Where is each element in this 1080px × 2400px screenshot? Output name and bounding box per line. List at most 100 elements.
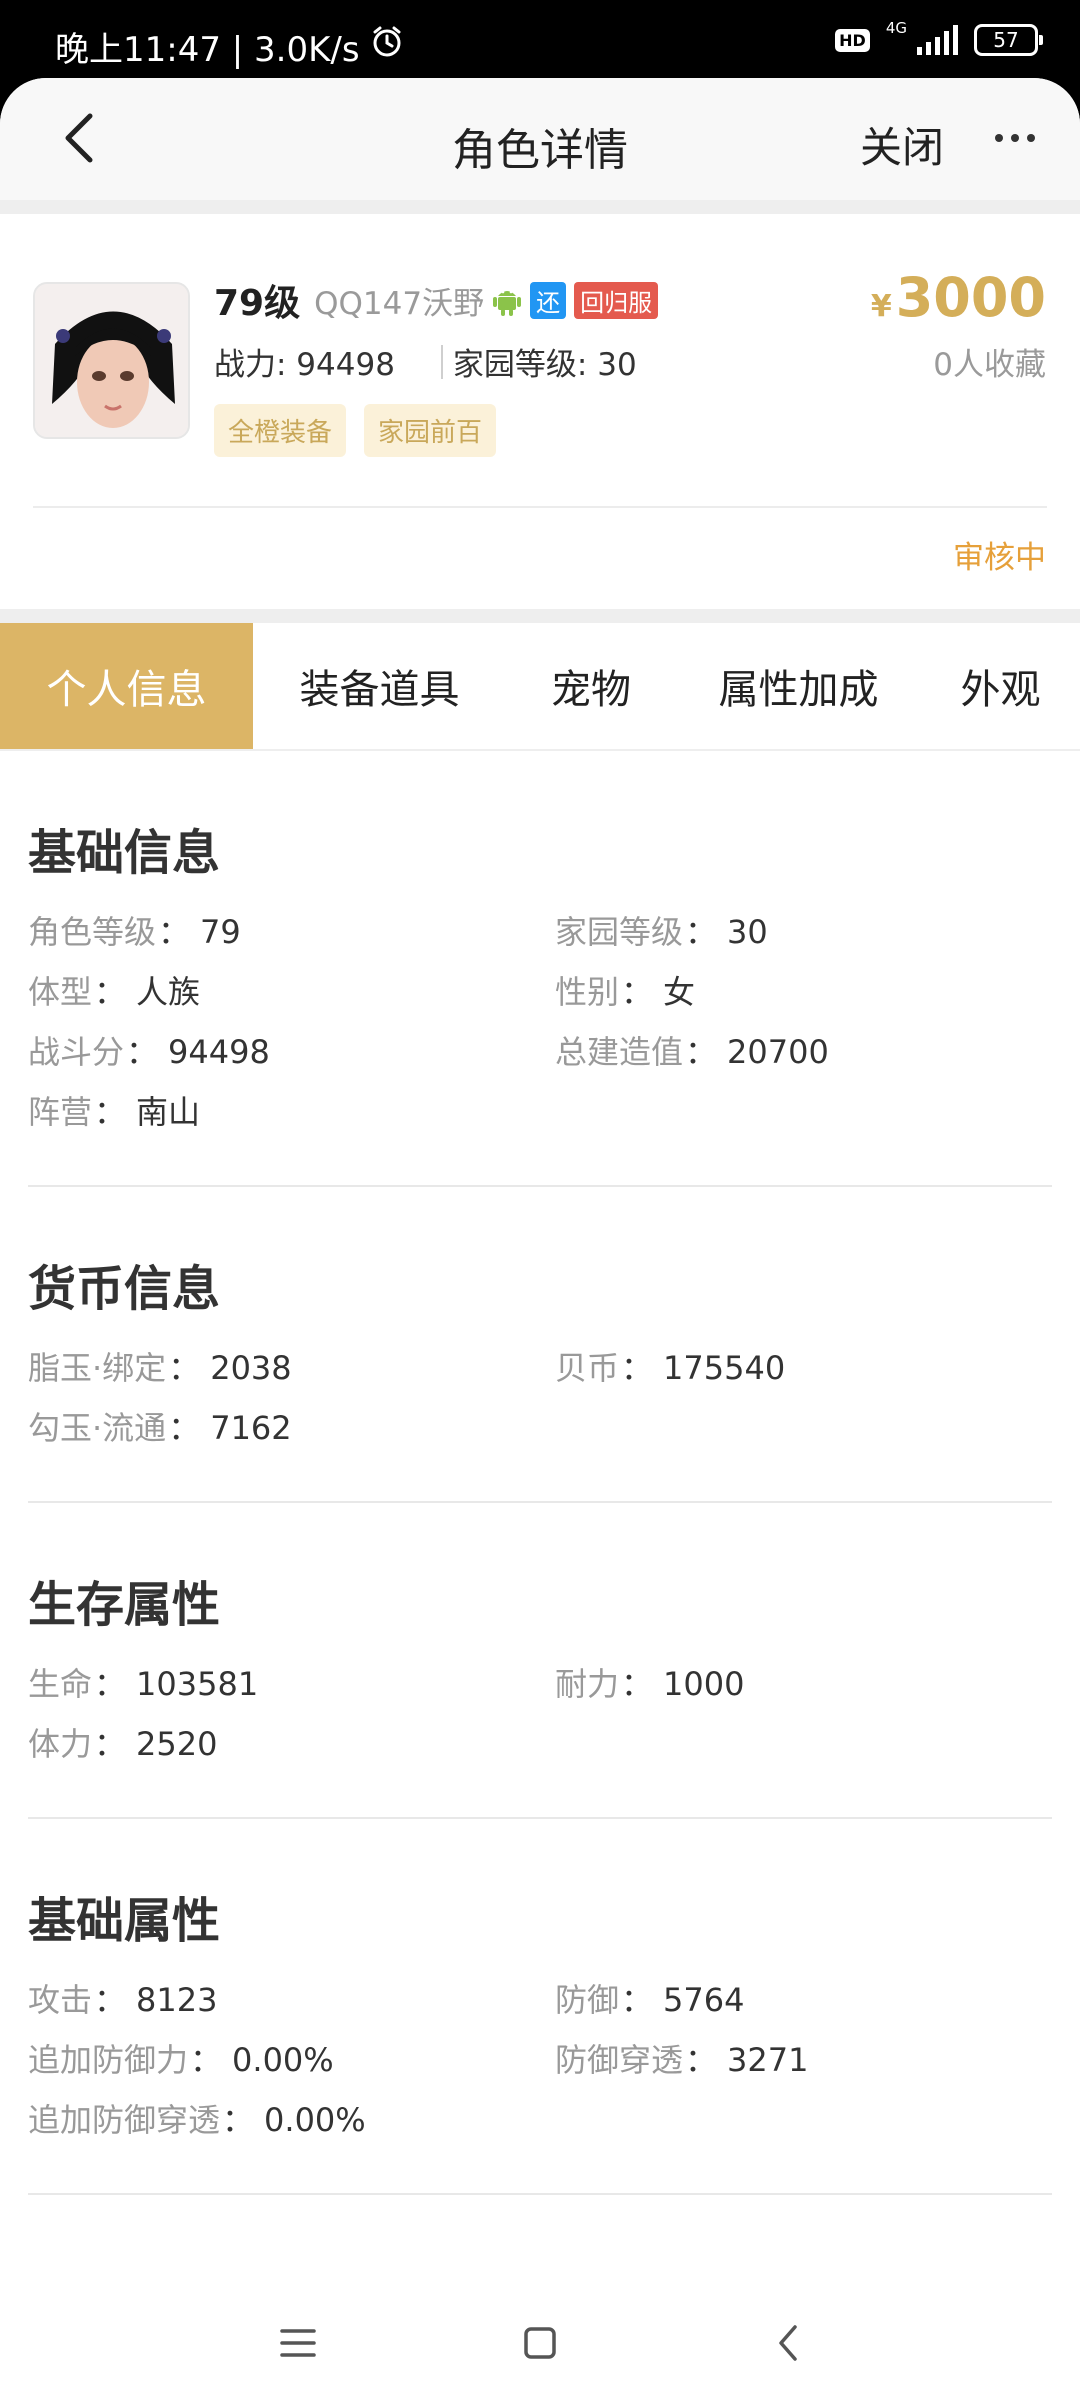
info-value: 3271 <box>727 2041 809 2079</box>
info-item: 追加防御力： 0.00% <box>28 2041 334 2079</box>
divider <box>28 2193 1052 2195</box>
info-value: 8123 <box>136 1981 218 2019</box>
section-title: 货币信息 <box>28 1261 221 1317</box>
info-item: 脂玉·绑定： 2038 <box>28 1349 292 1387</box>
back-icon <box>779 2325 797 2361</box>
info-item: 防御穿透： 3271 <box>555 2041 809 2079</box>
info-value: 女 <box>663 973 696 1011</box>
info-item: 角色等级： 79 <box>28 913 241 951</box>
info-item: 性别：女 <box>555 973 696 1011</box>
divider-band <box>0 609 1080 623</box>
battery-level: 57 <box>993 28 1019 52</box>
character-stats: 战力: 94498 家园等级: 30 <box>214 339 637 384</box>
character-summary: 79级 QQ147沃野 还 回归服 战力: 94498 家园等级: 30 全橙装… <box>0 214 1080 609</box>
price-value: 3000 <box>895 266 1046 329</box>
info-item: 总建造值： 20700 <box>555 1033 829 1071</box>
info-key: 家园等级 <box>555 913 684 951</box>
info-item: 战斗分： 94498 <box>28 1033 270 1071</box>
info-key: 角色等级 <box>28 913 157 951</box>
tab-appearance[interactable]: 外观 <box>921 623 1080 749</box>
phone-screen: 晚上11:47 | 3.0K/s HD 4G 57 角色详情 关闭 79级 QQ… <box>0 0 1080 2400</box>
power-value: 战力: 94498 <box>214 347 395 383</box>
tag-item: 家园前百 <box>364 404 497 457</box>
close-button[interactable]: 关闭 <box>860 114 944 175</box>
info-item: 追加防御穿透： 0.00% <box>28 2101 366 2139</box>
info-key: 勾玉·流通 <box>28 1409 167 1447</box>
info-key: 阵营 <box>28 1093 93 1131</box>
info-key: 追加防御力 <box>28 2041 189 2079</box>
tab-personal-info[interactable]: 个人信息 <box>0 623 253 749</box>
tab-pets[interactable]: 宠物 <box>506 623 676 749</box>
tab-bar: 个人信息 装备道具 宠物 属性加成 外观 <box>0 623 1080 751</box>
status-bar: 晚上11:47 | 3.0K/s HD 4G 57 <box>0 0 1080 78</box>
info-value: 南山 <box>136 1093 201 1131</box>
info-item: 耐力： 1000 <box>555 1665 745 1703</box>
returning-server-badge: 回归服 <box>574 281 659 319</box>
info-key: 攻击 <box>28 1981 93 2019</box>
section-currency-info: 货币信息 脂玉·绑定： 2038 贝币： 175540 勾玉·流通： 7162 <box>0 1187 1080 1449</box>
home-level-value: 家园等级: 30 <box>452 347 637 383</box>
app-window: 角色详情 关闭 79级 QQ147沃野 还 回归服 战力: 94498 家园等级… <box>0 78 1080 2400</box>
info-value: 20700 <box>727 1033 829 1071</box>
section-survival-attributes: 生存属性 生命： 103581 耐力： 1000 体力： 2520 <box>0 1503 1080 1765</box>
info-grid: 生命： 103581 耐力： 1000 体力： 2520 <box>28 1663 1052 1765</box>
info-item: 家园等级： 30 <box>555 913 768 951</box>
info-value: 103581 <box>136 1665 259 1703</box>
more-dots-icon <box>995 134 1003 142</box>
section-title: 基础信息 <box>28 825 221 881</box>
server-name: QQ147沃野 <box>314 285 485 322</box>
hd-badge: HD <box>835 28 870 52</box>
info-item: 生命： 103581 <box>28 1665 259 1703</box>
info-grid: 角色等级： 79 家园等级： 30 体型： 人族 性别：女 战斗分： 94498 总建造… <box>28 911 1052 1133</box>
favorites-count: 0人收藏 <box>933 347 1046 383</box>
character-level: 79级 <box>214 283 301 324</box>
menu-icon <box>280 2329 316 2357</box>
review-status: 审核中 <box>953 540 1046 576</box>
info-value: 5764 <box>663 1981 745 2019</box>
status-time: 晚上11:47 | 3.0K/s <box>55 30 360 70</box>
tag-list: 全橙装备 家园前百 <box>214 404 497 457</box>
info-value: 79 <box>200 913 241 951</box>
info-value: 94498 <box>168 1033 270 1071</box>
info-key: 脂玉·绑定 <box>28 1349 167 1387</box>
info-key: 耐力 <box>555 1665 620 1703</box>
stat-separator <box>440 344 443 379</box>
section-title: 基础属性 <box>28 1893 221 1949</box>
info-item: 体力： 2520 <box>28 1725 218 1763</box>
info-item: 攻击： 8123 <box>28 1981 218 2019</box>
signal-icon <box>917 25 958 55</box>
info-key: 战斗分 <box>28 1033 125 1071</box>
status-left: 晚上11:47 | 3.0K/s <box>55 22 404 71</box>
info-value: 2038 <box>210 1349 292 1387</box>
info-key: 性别 <box>555 973 620 1011</box>
status-right: HD 4G 57 <box>835 19 1043 56</box>
top-nav: 角色详情 关闭 <box>0 78 1080 200</box>
info-item: 贝币： 175540 <box>555 1349 786 1387</box>
info-key: 体型 <box>28 973 93 1011</box>
info-key: 贝币 <box>555 1349 620 1387</box>
info-key: 生命 <box>28 1665 93 1703</box>
info-value: 0.00% <box>232 2041 334 2079</box>
home-button[interactable] <box>515 2318 565 2368</box>
avatar <box>33 282 190 439</box>
info-value: 7162 <box>210 1409 292 1447</box>
network-type: 4G <box>885 19 907 37</box>
info-item: 阵营： 南山 <box>28 1093 201 1131</box>
info-key: 追加防御穿透 <box>28 2101 221 2139</box>
info-key: 防御 <box>555 1981 620 2019</box>
battery-icon: 57 <box>974 24 1043 56</box>
return-badge: 还 <box>530 281 567 319</box>
system-back-button[interactable] <box>763 2318 813 2368</box>
info-value: 人族 <box>136 973 201 1011</box>
system-nav-bar <box>0 2284 1080 2400</box>
info-value: 1000 <box>663 1665 745 1703</box>
android-icon <box>492 284 522 316</box>
info-key: 防御穿透 <box>555 2041 684 2079</box>
more-button[interactable] <box>985 118 1045 158</box>
character-title-line: 79级 QQ147沃野 还 回归服 <box>214 274 659 326</box>
info-value: 30 <box>727 913 768 951</box>
divider <box>33 506 1047 508</box>
menu-button[interactable] <box>273 2318 323 2368</box>
tab-attribute-bonus[interactable]: 属性加成 <box>676 623 921 749</box>
tab-equipment[interactable]: 装备道具 <box>253 623 506 749</box>
